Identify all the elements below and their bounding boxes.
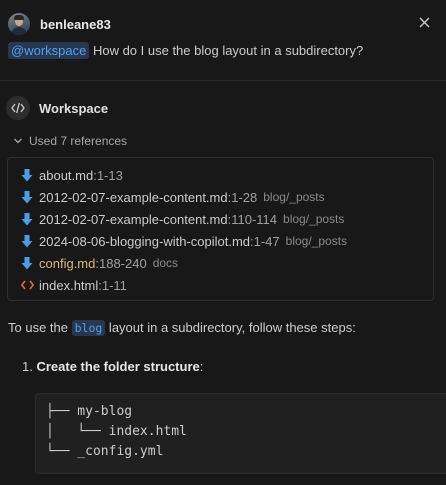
references-toggle[interactable]: Used 7 references: [13, 134, 127, 148]
reference-item[interactable]: config.md:188-240 docs: [20, 252, 178, 274]
answer-intro: To use the blog layout in a subdirectory…: [8, 320, 356, 336]
reference-item[interactable]: 2012-02-07-example-content.md:110-114 blo…: [20, 208, 344, 230]
code-line: └── _config.yml: [46, 444, 164, 459]
html-icon: [20, 280, 34, 290]
reference-path: blog/_posts: [283, 212, 345, 226]
reference-lines: :1-13: [93, 167, 123, 183]
code-icon: [6, 96, 30, 120]
reference-file-name: config.md: [39, 255, 96, 271]
reference-file-name: 2012-02-07-example-content.md: [39, 211, 228, 227]
markdown-icon: [20, 168, 34, 182]
step-item: 1. Create the folder structure:: [22, 359, 203, 374]
step-number: 1.: [22, 359, 33, 374]
avatar: [8, 13, 30, 35]
code-line: ├── my-blog: [46, 404, 133, 419]
username: benleane83: [40, 16, 111, 32]
answer-text: layout in a subdirectory, follow these s…: [105, 320, 356, 335]
markdown-icon: [20, 256, 34, 270]
user-header: benleane83: [8, 12, 111, 36]
answer-text: To use the: [8, 320, 72, 335]
references-toggle-label: Used 7 references: [29, 134, 128, 148]
reference-item[interactable]: 2024-08-06-blogging-with-copilot.md:1-47…: [20, 230, 347, 252]
inline-code: blog: [71, 320, 106, 336]
close-icon: [419, 17, 429, 27]
reference-lines: :110-114: [227, 211, 278, 227]
reference-file-name: 2012-02-07-example-content.md: [39, 189, 228, 205]
markdown-icon: [20, 212, 34, 226]
reference-item[interactable]: about.md:1-13: [20, 164, 123, 186]
markdown-icon: [20, 234, 34, 248]
reference-path: docs: [152, 256, 179, 270]
reference-file-name: index.html: [39, 277, 99, 293]
code-block[interactable]: ├── my-blog │ └── index.html └── _config.y…: [35, 393, 446, 474]
reference-path: blog/_posts: [263, 190, 325, 204]
reference-lines: :1-11: [98, 277, 127, 293]
step-suffix: :: [199, 359, 204, 374]
step-title: Create the folder structure: [36, 359, 200, 374]
user-message-text: How do I use the blog layout in a subdir…: [89, 43, 364, 58]
reference-file-name: about.md: [39, 167, 94, 183]
code-line: │ └── index.html: [46, 424, 187, 439]
close-button[interactable]: [416, 14, 432, 30]
reference-path: blog/_posts: [285, 234, 348, 248]
agent-header: Workspace: [6, 96, 108, 120]
agent-name: Workspace: [39, 100, 109, 116]
reference-lines: :188-240: [95, 255, 147, 271]
references-list: about.md:1-13 2012-02-07-example-content…: [7, 157, 434, 301]
reference-file-name: 2024-08-06-blogging-with-copilot.md: [39, 233, 251, 249]
divider: [0, 80, 446, 81]
user-message: @workspace How do I use the blog layout …: [8, 42, 364, 59]
markdown-icon: [20, 190, 34, 204]
chat-panel: benleane83 @workspace How do I use the b…: [0, 0, 446, 485]
workspace-agent-tag[interactable]: @workspace: [8, 42, 90, 59]
reference-lines: :1-28: [227, 189, 258, 205]
reference-lines: :1-47: [250, 233, 280, 249]
chevron-down-icon: [14, 138, 22, 144]
reference-item[interactable]: index.html:1-11: [20, 274, 127, 296]
reference-item[interactable]: 2012-02-07-example-content.md:1-28 blog/_…: [20, 186, 325, 208]
